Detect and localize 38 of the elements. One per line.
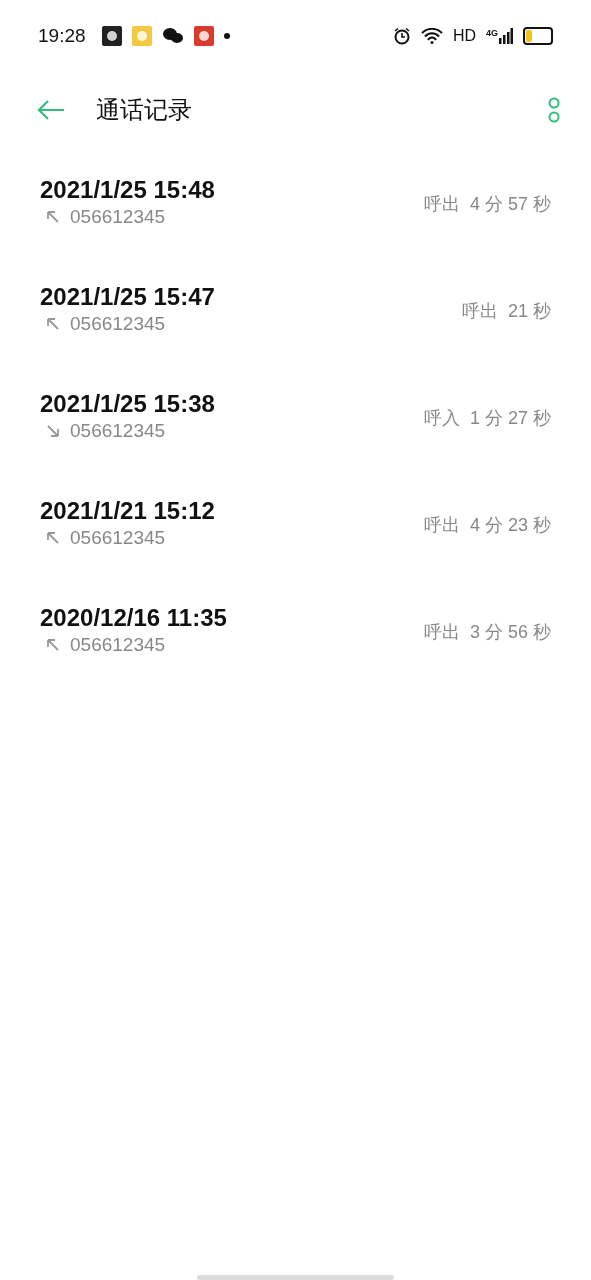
dot-icon: [223, 33, 230, 39]
outgoing-arrow-icon: [46, 210, 60, 224]
wifi-icon: [420, 28, 443, 44]
network-type-label: 4G: [486, 28, 498, 38]
call-type: 呼出: [423, 514, 460, 537]
outgoing-arrow-icon: [46, 317, 60, 331]
phone-number: 056612345: [70, 206, 166, 228]
chat-bubbles-icon: [161, 27, 184, 45]
call-duration: 1 分 27 秒: [469, 407, 551, 430]
app-notification-icon: [101, 26, 122, 46]
call-duration: 4 分 23 秒: [469, 514, 551, 537]
app-notification-icon: [131, 26, 152, 46]
outgoing-arrow-icon: [46, 531, 60, 545]
call-datetime: 2021/1/21 15:12: [40, 497, 216, 525]
call-type: 呼出: [423, 621, 460, 644]
hd-label: HD: [452, 27, 476, 45]
back-button[interactable]: [36, 98, 66, 122]
call-type: 呼入: [423, 407, 460, 430]
call-duration: 21 秒: [507, 300, 551, 323]
call-duration: 3 分 56 秒: [469, 621, 551, 644]
alarm-clock-icon: [392, 27, 411, 45]
call-type: 呼出: [423, 193, 460, 216]
call-datetime: 2021/1/25 15:48: [40, 176, 216, 204]
phone-number: 056612345: [70, 527, 166, 549]
call-type: 呼出: [461, 300, 498, 323]
phone-number: 056612345: [70, 634, 166, 656]
more-options-button[interactable]: [547, 96, 561, 124]
phone-number: 056612345: [70, 313, 166, 335]
call-datetime: 2020/12/16 11:35: [40, 604, 228, 632]
status-time: 19:28: [38, 25, 86, 47]
phone-number: 056612345: [70, 420, 166, 442]
outgoing-arrow-icon: [46, 638, 60, 652]
incoming-arrow-icon: [46, 424, 60, 438]
call-datetime: 2021/1/25 15:38: [40, 390, 216, 418]
call-datetime: 2021/1/25 15:47: [40, 283, 216, 311]
signal-icon: [499, 28, 513, 44]
page-title: 通话记录: [96, 95, 193, 126]
call-duration: 4 分 57 秒: [469, 193, 551, 216]
